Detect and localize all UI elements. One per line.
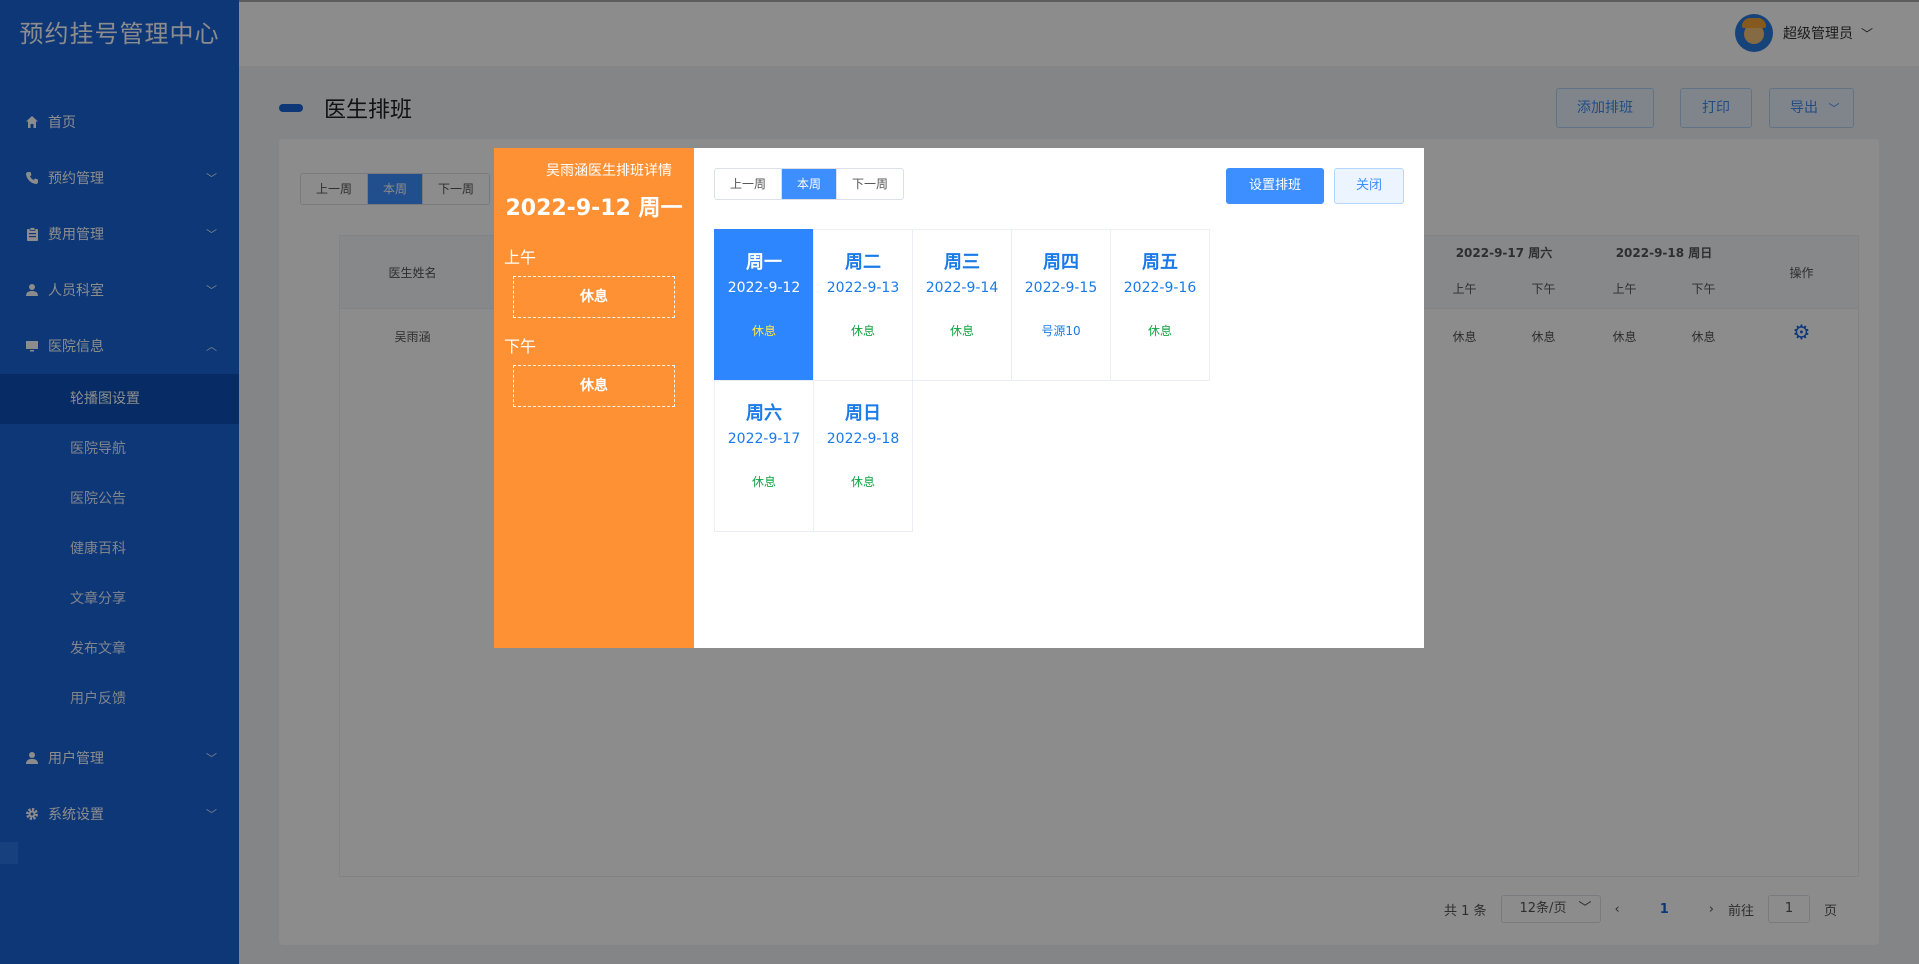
selected-date: 2022-9-12 周一 [505, 196, 683, 221]
day-date: 2022-9-18 [826, 431, 900, 447]
day-weekday: 周五 [1142, 252, 1178, 273]
day-weekday: 周四 [1043, 252, 1079, 273]
modal-content: 上一周 本周 下一周 设置排班 关闭 周一 2022-9-12 休息 周二 20… [694, 148, 1424, 648]
day-card-fri[interactable]: 周五 2022-9-16 休息 [1110, 229, 1210, 381]
day-date: 2022-9-15 [1024, 280, 1098, 296]
day-card-thu[interactable]: 周四 2022-9-15 号源10 [1011, 229, 1111, 381]
day-card-sun[interactable]: 周日 2022-9-18 休息 [813, 380, 913, 532]
day-card-wed[interactable]: 周三 2022-9-14 休息 [912, 229, 1012, 381]
day-card-sat[interactable]: 周六 2022-9-17 休息 [714, 380, 814, 532]
modal-week-switcher: 上一周 本周 下一周 [714, 168, 905, 200]
day-status: 休息 [751, 475, 776, 489]
modal-side-panel: 吴雨涵医生排班详情 2022-9-12 周一 上午 休息 下午 休息 [494, 148, 694, 648]
day-status: 休息 [949, 324, 974, 338]
day-card-tue[interactable]: 周二 2022-9-13 休息 [813, 229, 913, 381]
day-date: 2022-9-16 [1123, 280, 1197, 296]
day-date: 2022-9-13 [826, 280, 900, 296]
next-week-button[interactable]: 下一周 [837, 169, 904, 199]
day-weekday: 周日 [845, 403, 881, 424]
pm-label: 下午 [504, 337, 537, 356]
day-status: 休息 [1147, 324, 1172, 338]
day-status: 休息 [751, 324, 776, 338]
day-date: 2022-9-14 [925, 280, 999, 296]
day-status: 休息 [850, 475, 875, 489]
am-label: 上午 [504, 248, 537, 267]
pm-status-box: 休息 [513, 365, 675, 407]
prev-week-button[interactable]: 上一周 [715, 169, 783, 199]
day-date: 2022-9-12 [727, 280, 801, 296]
day-weekday: 周三 [944, 252, 980, 273]
am-status-box: 休息 [513, 276, 675, 318]
day-weekday: 周二 [845, 252, 881, 273]
day-status: 休息 [850, 324, 875, 338]
close-button[interactable]: 关闭 [1334, 168, 1404, 204]
day-weekday: 周六 [746, 403, 782, 424]
modal-title: 吴雨涵医生排班详情 [546, 163, 672, 179]
this-week-button[interactable]: 本周 [782, 169, 838, 199]
day-card-mon[interactable]: 周一 2022-9-12 休息 [714, 229, 814, 381]
schedule-detail-modal: 吴雨涵医生排班详情 2022-9-12 周一 上午 休息 下午 休息 上一周 本… [494, 148, 1424, 648]
day-date: 2022-9-17 [727, 431, 801, 447]
day-weekday: 周一 [746, 252, 782, 273]
day-status: 号源10 [1041, 324, 1081, 338]
set-schedule-button[interactable]: 设置排班 [1226, 168, 1324, 204]
